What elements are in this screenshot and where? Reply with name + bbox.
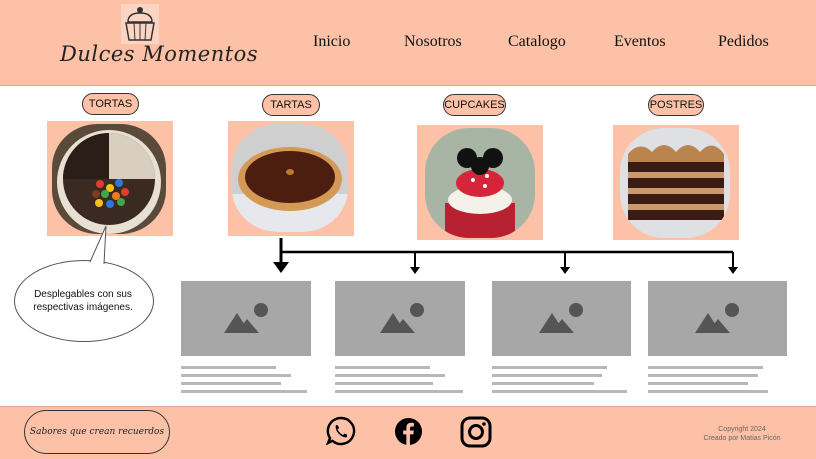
image-placeholder-icon [224, 303, 268, 333]
image-placeholder [335, 281, 465, 356]
nav-eventos[interactable]: Eventos [614, 33, 666, 51]
image-placeholder-icon [539, 303, 583, 333]
nav-catalogo[interactable]: Catalogo [508, 33, 566, 51]
image-placeholder [181, 281, 311, 356]
nav-nosotros[interactable]: Nosotros [404, 33, 462, 51]
image-placeholder [648, 281, 787, 356]
cupcakes-image[interactable] [425, 128, 535, 238]
category-tartas-button[interactable]: TARTAS [262, 94, 320, 116]
nav-inicio[interactable]: Inicio [313, 33, 350, 51]
callout-text: Desplegables con sus respectivas imágene… [33, 289, 133, 313]
category-tortas-button[interactable]: TORTAS [82, 93, 139, 115]
text-placeholder [181, 366, 309, 398]
tartas-image[interactable] [232, 124, 348, 232]
brand-name[interactable]: Dulces Momentos [60, 42, 258, 66]
image-placeholder-icon [380, 303, 424, 333]
tortas-image[interactable] [52, 124, 166, 234]
text-placeholder [492, 366, 630, 398]
nav-pedidos[interactable]: Pedidos [718, 33, 769, 51]
text-placeholder [335, 366, 465, 398]
callout-tail [89, 225, 107, 264]
category-postres-button[interactable]: POSTRES [648, 94, 704, 116]
copyright: Copyright 2024 Creado por Matias Picón [690, 425, 794, 443]
category-cupcakes-button[interactable]: CUPCAKES [443, 94, 506, 116]
whatsapp-icon[interactable] [326, 416, 356, 446]
cupcake-logo-icon [121, 4, 159, 44]
image-placeholder [492, 281, 631, 356]
image-placeholder-icon [695, 303, 739, 333]
instagram-icon[interactable] [460, 416, 492, 448]
facebook-icon[interactable] [394, 417, 423, 446]
copyright-line2: Creado por Matias Picón [703, 435, 781, 442]
postres-image[interactable] [620, 128, 730, 238]
text-placeholder [648, 366, 786, 398]
footer-slogan: Sabores que crean recuerdos [24, 410, 170, 454]
copyright-line1: Copyright 2024 [718, 426, 766, 433]
